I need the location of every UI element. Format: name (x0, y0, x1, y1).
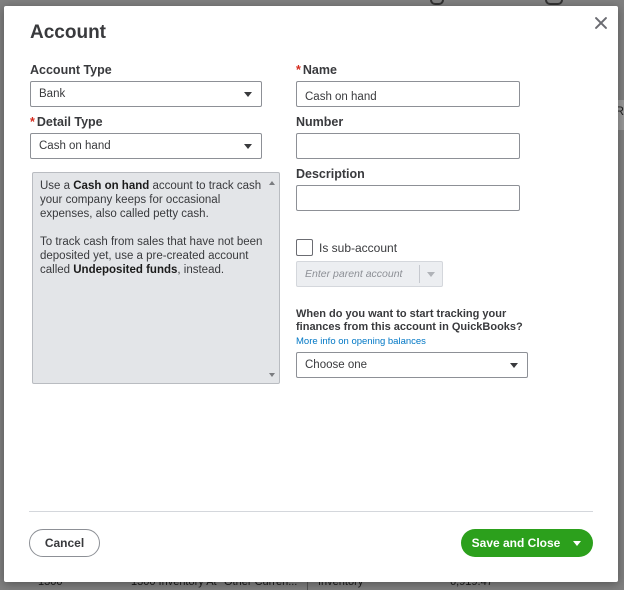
number-input[interactable] (296, 133, 520, 159)
chevron-down-icon (427, 272, 435, 277)
chevron-down-icon[interactable] (573, 541, 581, 546)
sub-account-checkbox[interactable] (296, 239, 313, 256)
description-paragraph-2: To track cash from sales that have not b… (40, 236, 263, 276)
required-mark: * (30, 115, 35, 129)
name-label-text: Name (302, 63, 337, 77)
parent-account-placeholder: Enter parent account (305, 268, 403, 280)
opening-balance-value: Choose one (305, 359, 368, 371)
sub-account-label: Is sub-account (319, 241, 398, 255)
number-label: Number (296, 115, 344, 129)
account-dialog: Account Account Type Bank * Detail Type C… (4, 6, 618, 582)
footer-divider (29, 511, 593, 512)
name-label: * Name (296, 63, 337, 77)
save-and-close-label: Save and Close (471, 536, 561, 550)
opening-balance-select[interactable]: Choose one (296, 352, 528, 378)
close-icon[interactable] (593, 15, 609, 31)
opening-balance-info-link[interactable]: More info on opening balances (296, 336, 426, 347)
description-label: Description (296, 167, 365, 181)
detail-type-label-text: Detail Type (36, 115, 103, 129)
dialog-title: Account (30, 22, 106, 43)
chevron-down-icon (510, 363, 518, 368)
account-type-select[interactable]: Bank (30, 81, 262, 107)
account-type-label: Account Type (30, 63, 112, 77)
background-search-icon (545, 0, 563, 5)
chevron-down-icon (244, 92, 252, 97)
account-type-value: Bank (39, 88, 66, 100)
description-paragraph-1: Use a Cash on hand account to track cash… (40, 180, 262, 220)
detail-type-description[interactable]: Use a Cash on hand account to track cash… (32, 172, 280, 384)
detail-type-label: * Detail Type (30, 115, 103, 129)
scroll-down-icon[interactable] (269, 373, 275, 377)
parent-account-select: Enter parent account (296, 261, 443, 287)
detail-type-select[interactable]: Cash on hand (30, 133, 262, 159)
opening-balance-question: When do you want to start tracking your … (296, 308, 523, 333)
background-user-icon (430, 0, 444, 5)
required-mark: * (296, 63, 301, 77)
scroll-up-icon[interactable] (269, 181, 275, 185)
cancel-button[interactable]: Cancel (29, 529, 100, 557)
detail-type-value: Cash on hand (39, 140, 111, 152)
description-input[interactable] (296, 185, 520, 211)
save-and-close-button[interactable]: Save and Close (461, 529, 593, 557)
name-input[interactable] (296, 81, 520, 107)
chevron-down-icon (244, 144, 252, 149)
